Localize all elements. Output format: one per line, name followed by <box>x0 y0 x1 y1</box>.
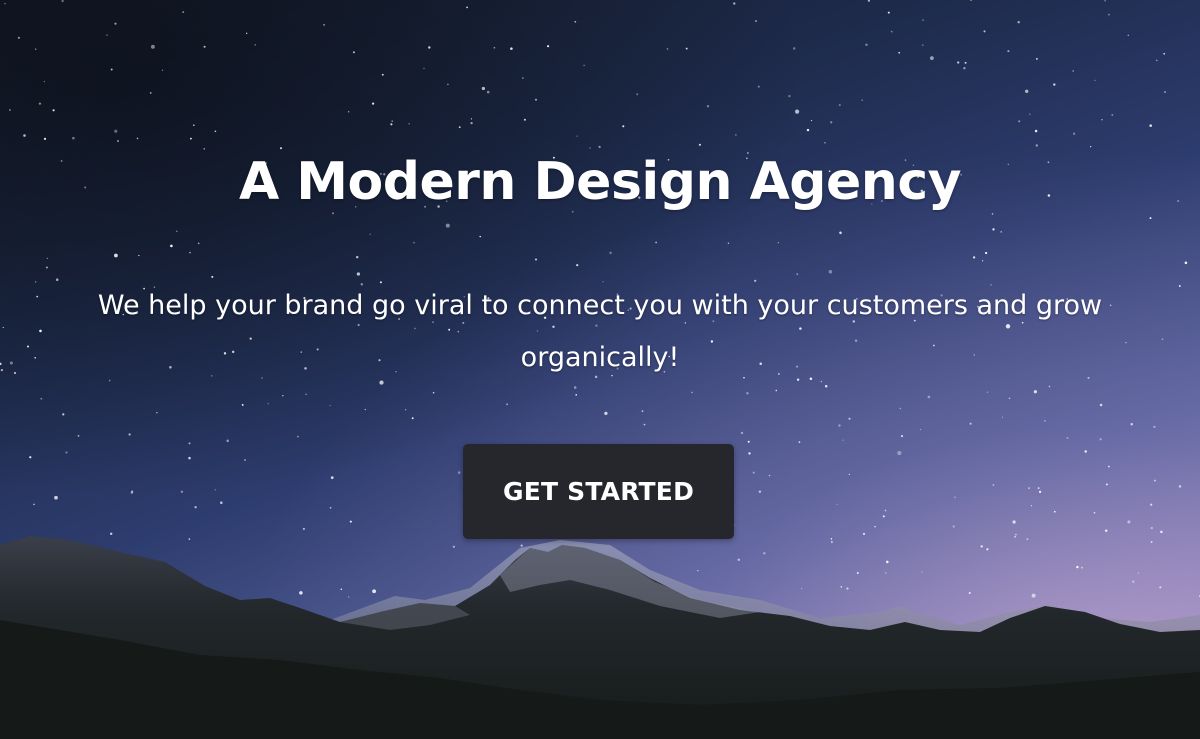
hero-section: A Modern Design Agency We help your bran… <box>0 0 1200 739</box>
page-title: A Modern Design Agency <box>238 152 962 212</box>
hero-content: A Modern Design Agency We help your bran… <box>0 0 1200 739</box>
get-started-button[interactable]: GET STARTED <box>463 444 734 539</box>
hero-subtitle: We help your brand go viral to connect y… <box>97 290 1103 373</box>
